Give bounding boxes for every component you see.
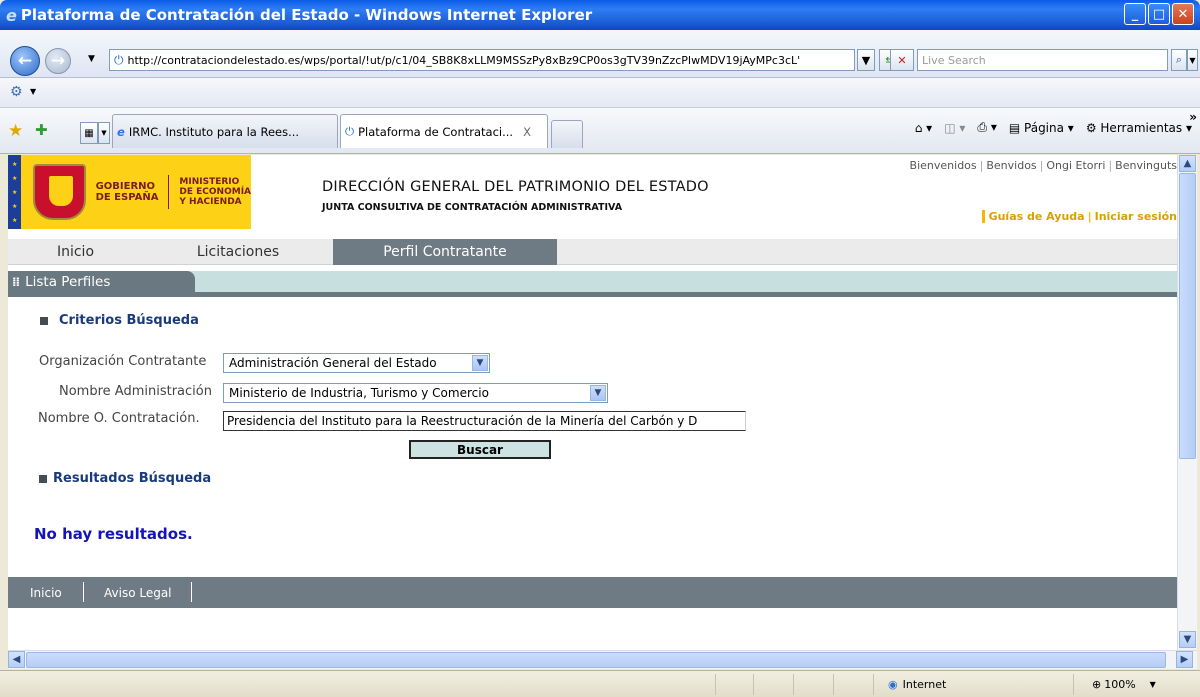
page-title: DIRECCIÓN GENERAL DEL PATRIMONIO DEL EST… (322, 179, 709, 195)
ie-logo-icon: e (6, 5, 17, 25)
search-options-icon[interactable]: ▼ (1187, 49, 1198, 71)
org-label: Organización Contratante (39, 354, 207, 369)
lang-link-es[interactable]: Bienvenidos (910, 159, 977, 172)
page-icon: ⏻ (114, 52, 124, 67)
org-select[interactable]: Administración General del Estado ▼ (223, 353, 490, 373)
close-window-button[interactable]: ✕ (1172, 3, 1194, 25)
lang-link-gl[interactable]: Benvidos (986, 159, 1036, 172)
scroll-left-icon[interactable]: ◀ (8, 651, 25, 668)
adm-label: Nombre Administración (59, 384, 212, 399)
stop-icon[interactable]: ✕ (890, 49, 914, 71)
coat-of-arms-icon (33, 164, 86, 220)
chevron-down-icon[interactable]: ▼ (590, 385, 606, 401)
url-input[interactable]: ⏻ http://contrataciondelestado.es/wps/po… (109, 49, 855, 71)
gobierno-text: GOBIERNO DE ESPAÑA (95, 181, 159, 203)
page-menu[interactable]: ▤ Página ▾ (1009, 121, 1074, 135)
maximize-button[interactable]: □ (1148, 3, 1170, 25)
oc-label: Nombre O. Contratación. (38, 411, 200, 426)
address-toolbar: ← → ▼ ⏻ http://contrataciondelestado.es/… (0, 30, 1200, 78)
tab-list-icon[interactable]: ▼ (98, 122, 110, 144)
toolbar-dropdown-icon[interactable]: ▼ (30, 87, 36, 96)
scroll-up-icon[interactable]: ▲ (1179, 155, 1196, 172)
eu-flag-icon: ★ ★ ★ ★ ★ (8, 155, 22, 229)
zoom-control[interactable]: ⊕ 100% ▼ (1073, 674, 1198, 695)
page-tab-icon: ⏻ (345, 124, 355, 138)
iniciar-sesion-link[interactable]: Iniciar sesión (1095, 210, 1177, 223)
status-bar: ◉ Internet ⊕ 100% ▼ (0, 670, 1200, 697)
adm-select[interactable]: Ministerio de Industria, Turismo y Comer… (223, 383, 608, 403)
buscar-button[interactable]: Buscar (409, 440, 551, 459)
menu-perfil-contratante[interactable]: Perfil Contratante (333, 239, 557, 265)
horizontal-scroll-thumb[interactable] (26, 652, 1166, 668)
ministerio-text: MINISTERIO DE ECONOMÍA Y HACIENDA (179, 177, 252, 207)
forward-button[interactable]: → (45, 48, 71, 74)
chevron-icon[interactable]: » (1189, 110, 1197, 124)
tab-plataforma[interactable]: ⏻ Plataforma de Contrataci... X (340, 114, 548, 148)
ie-tab-icon: e (117, 124, 125, 139)
help-links: Guías de Ayuda | Iniciar sesión (981, 210, 1177, 223)
tab-toolbar: ★ ✚ ▦ ▼ e IRMC. Instituto para la Rees..… (0, 108, 1200, 154)
feeds-icon[interactable]: ◫ ▾ (944, 121, 965, 135)
tab-irmc[interactable]: e IRMC. Instituto para la Rees... (112, 114, 338, 148)
page-content: ★ ★ ★ ★ ★ GOBIERNO DE ESPAÑA MINISTERIO DE E… (8, 155, 1177, 650)
section-tab-lista-perfiles[interactable]: ⁞⁞ Lista Perfiles (8, 271, 195, 292)
url-dropdown-icon[interactable]: ▼ (857, 49, 875, 71)
criterios-heading: Criterios Búsqueda (40, 313, 199, 328)
minimize-button[interactable]: _ (1124, 3, 1146, 25)
favorites-star-icon[interactable]: ★ (8, 121, 23, 141)
window-titlebar: e Plataforma de Contratación del Estado … (0, 0, 1200, 30)
menu-inicio[interactable]: Inicio (8, 239, 143, 265)
search-input[interactable]: Live Search (917, 49, 1168, 71)
oc-input[interactable]: Presidencia del Instituto para la Reestr… (223, 411, 746, 431)
language-links: Bienvenidos | Benvidos | Ongi Etorri | Benving… (909, 159, 1177, 172)
print-icon[interactable]: ⎙ ▾ (977, 120, 996, 135)
toolbar-app-icon[interactable]: ⚙ (10, 84, 23, 100)
zoom-dropdown-icon[interactable]: ▼ (1150, 680, 1156, 689)
history-dropdown-icon[interactable]: ▼ (88, 54, 95, 64)
resultados-heading: Resultados Búsqueda (39, 471, 211, 486)
site-header: ★ ★ ★ ★ ★ GOBIERNO DE ESPAÑA MINISTERIO DE E… (8, 155, 1177, 229)
page-subtitle: JUNTA CONSULTIVA DE CONTRATACIÓN ADMINIS… (322, 202, 623, 213)
vertical-scroll-thumb[interactable] (1179, 173, 1196, 459)
back-button[interactable]: ← (10, 46, 40, 76)
guias-ayuda-link[interactable]: Guías de Ayuda (989, 210, 1085, 223)
bullet-icon (40, 316, 48, 325)
horizontal-scrollbar[interactable]: ◀ ▶ (8, 650, 1197, 669)
chevron-down-icon[interactable]: ▼ (472, 355, 488, 371)
grid-dots-icon: ⁞⁞ (12, 274, 20, 289)
links-toolbar: ⚙ ▼ (0, 78, 1200, 108)
vertical-scrollbar[interactable]: ▲ ▼ (1177, 155, 1197, 650)
close-tab-icon[interactable]: X (523, 125, 531, 139)
zoom-icon: ⊕ (1092, 678, 1102, 691)
bullet-icon (39, 474, 47, 483)
scroll-down-icon[interactable]: ▼ (1179, 631, 1196, 648)
quick-tabs-icon[interactable]: ▦ (80, 122, 98, 144)
zone-label: Internet (902, 678, 947, 691)
new-tab-button[interactable] (551, 120, 583, 148)
menu-licitaciones[interactable]: Licitaciones (143, 239, 333, 265)
home-icon[interactable]: ⌂ ▾ (915, 121, 932, 135)
government-logo: ★ ★ ★ ★ ★ GOBIERNO DE ESPAÑA MINISTERIO DE E… (8, 155, 251, 229)
add-favorite-icon[interactable]: ✚ (35, 121, 48, 139)
globe-icon: ◉ (888, 678, 898, 691)
scroll-right-icon[interactable]: ▶ (1176, 651, 1193, 668)
page-footer: Inicio Aviso Legal (8, 577, 1177, 608)
footer-inicio-link[interactable]: Inicio (30, 577, 62, 608)
main-menu: Inicio Licitaciones Perfil Contratante (8, 239, 1177, 265)
lang-link-eu[interactable]: Ongi Etorri (1046, 159, 1105, 172)
footer-aviso-legal-link[interactable]: Aviso Legal (104, 577, 172, 608)
no-results-message: No hay resultados. (34, 525, 193, 543)
lang-link-ca[interactable]: Benvinguts (1115, 159, 1177, 172)
tools-menu[interactable]: ⚙ Herramientas ▾ (1086, 121, 1192, 135)
window-title: Plataforma de Contratación del Estado - … (20, 6, 593, 24)
search-icon[interactable]: ⌕ (1171, 49, 1187, 71)
